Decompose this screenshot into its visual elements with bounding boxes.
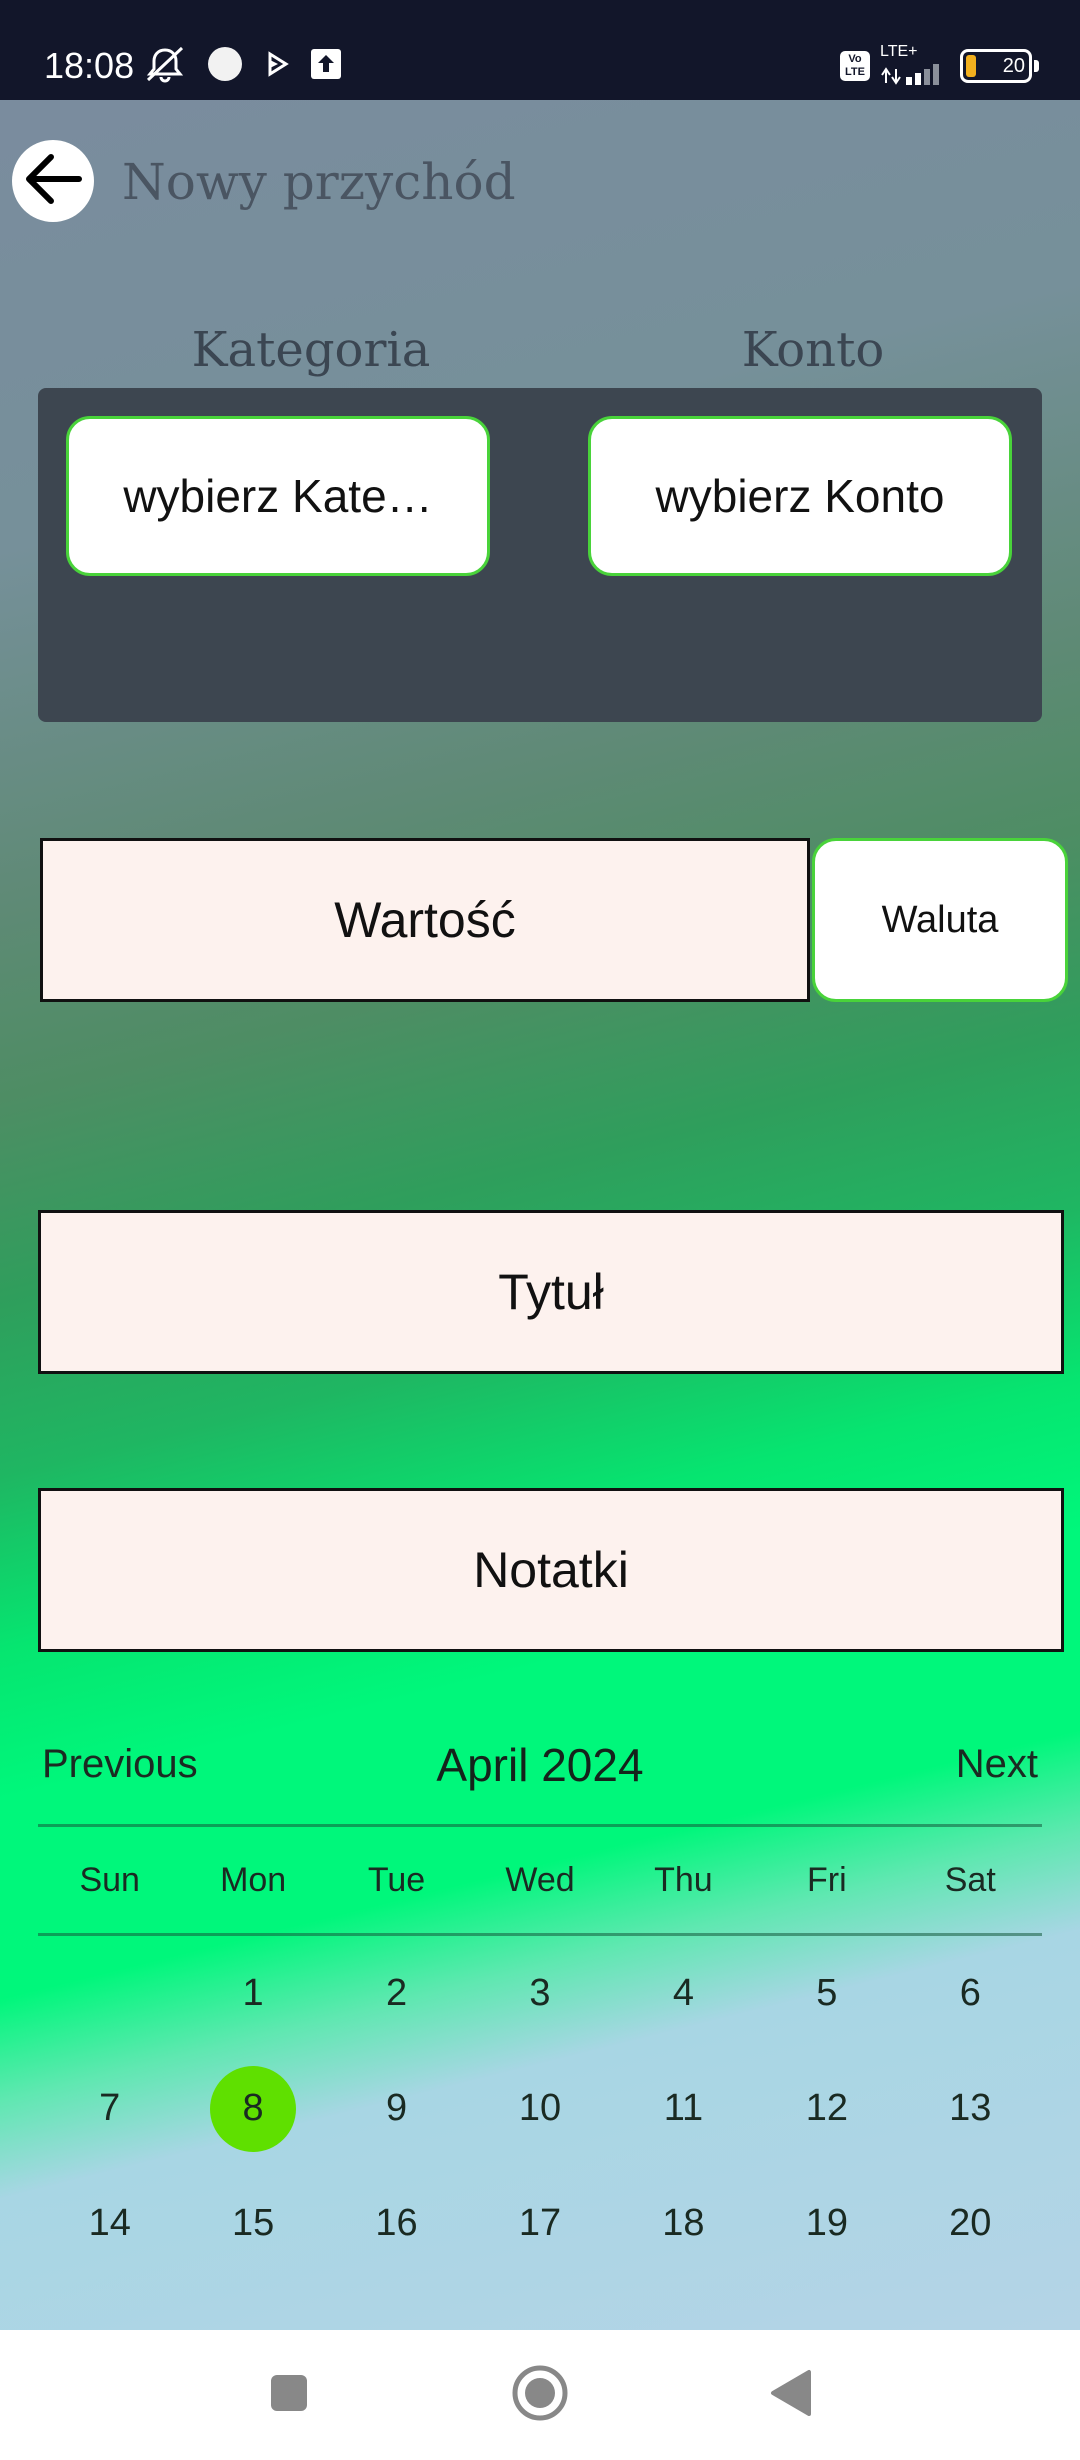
calendar-day[interactable]: 6 bbox=[899, 1936, 1042, 2051]
recent-apps-button[interactable] bbox=[254, 2360, 324, 2430]
calendar-day[interactable]: 17 bbox=[468, 2166, 611, 2281]
calendar-day-number: 12 bbox=[805, 2087, 848, 2129]
calendar-day-number: 11 bbox=[663, 2087, 704, 2129]
selection-panel: wybierz Kate… wybierz Konto bbox=[38, 388, 1042, 722]
calendar-day-number: 10 bbox=[518, 2087, 562, 2129]
calendar-day-number: 3 bbox=[529, 1972, 551, 2014]
calendar-day[interactable]: 15 bbox=[181, 2166, 324, 2281]
calendar-weekday: Fri bbox=[807, 1860, 847, 1899]
calendar-day-selected[interactable]: 8 bbox=[181, 2051, 324, 2166]
calendar-day-number: 20 bbox=[949, 2202, 992, 2244]
network-label: LTE+ bbox=[880, 42, 918, 60]
calendar-weekday: Wed bbox=[505, 1860, 575, 1899]
calendar-next-button[interactable]: Next bbox=[956, 1742, 1038, 1787]
category-label: Kategoria bbox=[191, 322, 431, 378]
calendar-day-number: 13 bbox=[949, 2087, 992, 2129]
calendar-day[interactable]: 13 bbox=[899, 2051, 1042, 2166]
amount-input[interactable]: Wartość bbox=[40, 838, 810, 1002]
volte-icon: Vo LTE bbox=[840, 51, 870, 81]
dot-icon bbox=[206, 45, 244, 88]
calendar-day-number: 17 bbox=[518, 2202, 562, 2244]
status-time: 18:08 bbox=[44, 45, 135, 86]
calendar-day-number: 8 bbox=[210, 2065, 297, 2152]
battery-tip bbox=[1034, 60, 1039, 72]
home-button[interactable] bbox=[505, 2360, 575, 2430]
calendar-day[interactable]: 9 bbox=[325, 2051, 468, 2166]
app-screen: Nowy przychód Kategoria Konto wybierz Ka… bbox=[0, 100, 1080, 2330]
calendar-weekday: Thu bbox=[654, 1860, 713, 1899]
recent-apps-icon bbox=[269, 2373, 309, 2418]
calendar-month-title: April 2024 bbox=[436, 1739, 644, 1791]
calendar-day[interactable]: 11 bbox=[612, 2051, 755, 2166]
calendar-day-number: 4 bbox=[672, 1972, 694, 2014]
calendar-day[interactable]: 20 bbox=[899, 2166, 1042, 2281]
play-icon bbox=[262, 49, 292, 84]
status-icons-right: Vo LTE LTE+ 20 bbox=[840, 43, 1039, 90]
calendar-weekdays: Sun Mon Tue Wed Thu Fri Sat bbox=[38, 1827, 1042, 1933]
back-button[interactable] bbox=[12, 140, 94, 222]
calendar: Previous April 2024 Next Sun Mon Tue Wed Thu… bbox=[38, 1712, 1042, 2281]
select-account-button[interactable]: wybierz Konto bbox=[588, 416, 1012, 576]
calendar-day[interactable]: 4 bbox=[612, 1936, 755, 2051]
calendar-weekday: Tue bbox=[367, 1860, 426, 1899]
battery-icon: 20 bbox=[960, 49, 1039, 83]
status-icons-left bbox=[142, 44, 342, 88]
calendar-day[interactable]: 18 bbox=[612, 2166, 755, 2281]
title-input[interactable]: Tytuł bbox=[38, 1210, 1064, 1374]
header: Nowy przychód bbox=[0, 100, 1080, 270]
signal-icon bbox=[880, 61, 950, 90]
notes-input[interactable]: Notatki bbox=[38, 1488, 1064, 1652]
calendar-day-number: 1 bbox=[242, 1972, 264, 2014]
back-nav-button[interactable] bbox=[756, 2360, 826, 2430]
calendar-day[interactable]: 10 bbox=[468, 2051, 611, 2166]
upload-icon bbox=[310, 48, 342, 85]
calendar-day-number: 6 bbox=[959, 1972, 981, 2014]
select-category-button[interactable]: wybierz Kate… bbox=[66, 416, 490, 576]
calendar-day-number: 14 bbox=[88, 2202, 131, 2244]
calendar-day[interactable]: 1 bbox=[181, 1936, 324, 2051]
mute-icon bbox=[142, 44, 188, 89]
calendar-day-number: 18 bbox=[662, 2202, 705, 2244]
calendar-day[interactable]: 5 bbox=[755, 1936, 898, 2051]
calendar-day-number: 5 bbox=[816, 1972, 838, 2014]
account-label: Konto bbox=[741, 322, 885, 378]
calendar-day-number: 16 bbox=[375, 2202, 418, 2244]
back-icon bbox=[769, 2368, 813, 2423]
arrow-left-icon bbox=[21, 151, 85, 212]
calendar-weekday: Sat bbox=[944, 1860, 996, 1899]
calendar-day[interactable]: 12 bbox=[755, 2051, 898, 2166]
calendar-day-number: 2 bbox=[385, 1972, 408, 2014]
system-nav-bar bbox=[0, 2330, 1080, 2460]
calendar-day[interactable]: 7 bbox=[38, 2051, 181, 2166]
home-icon bbox=[510, 2363, 570, 2428]
calendar-day-number: 9 bbox=[385, 2087, 408, 2129]
calendar-day-number: 7 bbox=[99, 2087, 121, 2129]
calendar-weekday: Mon bbox=[220, 1860, 287, 1899]
signal-group: LTE+ bbox=[880, 43, 950, 90]
battery-fill bbox=[966, 55, 976, 77]
calendar-day[interactable]: 14 bbox=[38, 2166, 181, 2281]
calendar-nav: Previous April 2024 Next bbox=[38, 1712, 1042, 1824]
calendar-weekday: Sun bbox=[79, 1860, 140, 1899]
calendar-day-number: 15 bbox=[231, 2202, 275, 2244]
calendar-day-number: 19 bbox=[805, 2202, 848, 2244]
status-bar: 18:08 Vo LTE LTE+ 20 bbox=[0, 0, 1080, 100]
calendar-grid: 1 2 3 4 5 6 7 8 9 10 11 12 13 14 15 16 17 18 19 20 bbox=[38, 1936, 1042, 2281]
calendar-day[interactable]: 19 bbox=[755, 2166, 898, 2281]
calendar-day[interactable]: 3 bbox=[468, 1936, 611, 2051]
calendar-day[interactable]: 2 bbox=[325, 1936, 468, 2051]
currency-button[interactable]: Waluta bbox=[812, 838, 1068, 1002]
page-title: Nowy przychód bbox=[122, 153, 516, 211]
battery-level: 20 bbox=[1002, 55, 1025, 77]
calendar-blank-day bbox=[38, 1936, 181, 2051]
calendar-day[interactable]: 16 bbox=[325, 2166, 468, 2281]
